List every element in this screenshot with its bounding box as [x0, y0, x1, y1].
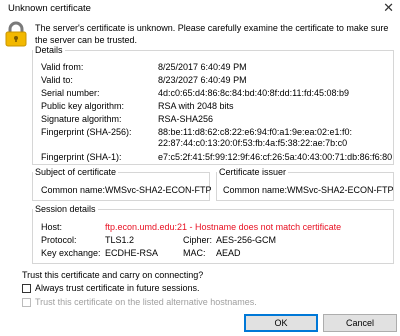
kex-label: Key exchange: — [41, 248, 101, 258]
window-title: Unknown certificate — [8, 3, 91, 14]
always-trust-checkbox[interactable]: Always trust certificate in future sessi… — [22, 283, 200, 293]
detail-value: 8/23/2027 6:40:49 PM — [158, 75, 247, 85]
detail-label: Valid from: — [41, 62, 84, 72]
checkbox-box[interactable] — [22, 297, 31, 307]
mac-value: AEAD — [216, 248, 241, 258]
title-bar: Unknown certificate ✕ — [0, 0, 400, 18]
close-icon[interactable]: ✕ — [383, 1, 394, 15]
subject-label: Common name: — [41, 185, 106, 195]
detail-label: Public key algorithm: — [41, 101, 125, 111]
session-legend: Session details — [35, 204, 96, 214]
protocol-label: Protocol: — [41, 235, 77, 245]
detail-label: Fingerprint (SHA-1): — [41, 152, 122, 162]
detail-label: Valid to: — [41, 75, 73, 85]
trust-question: Trust this certificate and carry on conn… — [22, 270, 204, 280]
detail-value: 8/25/2017 6:40:49 PM — [158, 62, 247, 72]
issuer-label: Common name: — [223, 185, 288, 195]
protocol-value: TLS1.2 — [105, 235, 135, 245]
always-trust-label: Always trust certificate in future sessi… — [35, 283, 200, 293]
detail-label: Signature algorithm: — [41, 114, 122, 124]
detail-label: Serial number: — [41, 88, 100, 98]
subject-group: Subject of certificate — [32, 167, 210, 201]
detail-label: Fingerprint (SHA-256): — [41, 127, 132, 137]
checkbox-box[interactable] — [22, 283, 31, 293]
issuer-group: Certificate issuer — [216, 167, 394, 201]
host-value: ftp.econ.umd.edu:21 - Hostname does not … — [105, 222, 342, 232]
details-legend: Details — [35, 45, 63, 55]
lock-icon — [5, 21, 27, 47]
issuer-legend: Certificate issuer — [219, 167, 287, 177]
cipher-value: AES-256-GCM — [216, 235, 277, 245]
kex-value: ECDHE-RSA — [105, 248, 159, 258]
warning-message: The server's certificate is unknown. Ple… — [35, 23, 389, 45]
subject-legend: Subject of certificate — [35, 167, 117, 177]
detail-value: 4d:c0:65:d4:86:8c:84:bd:40:8f:dd:11:fd:4… — [158, 88, 349, 98]
cipher-label: Cipher: — [183, 235, 213, 245]
subject-value: WMSvc-SHA2-ECON-FTP — [105, 185, 212, 195]
alt-hostnames-label: Trust this certificate on the listed alt… — [35, 297, 257, 307]
host-label: Host: — [41, 222, 63, 232]
detail-value: 88:be:11:d8:62:c8:22:e6:94:f0:a1:9e:ea:0… — [158, 127, 352, 137]
alt-hostnames-checkbox[interactable]: Trust this certificate on the listed alt… — [22, 297, 257, 307]
detail-value: 22:87:44:c0:13:20:0f:53:fb:4a:f5:38:22:a… — [158, 138, 348, 148]
detail-value: RSA with 2048 bits — [158, 101, 234, 111]
detail-value: RSA-SHA256 — [158, 114, 214, 124]
cancel-button[interactable]: Cancel — [323, 314, 397, 332]
issuer-value: WMSvc-SHA2-ECON-FTP — [287, 185, 394, 195]
certificate-dialog: Unknown certificate ✕ The server's certi… — [0, 0, 400, 336]
ok-button[interactable]: OK — [244, 314, 318, 332]
mac-label: MAC: — [183, 248, 206, 258]
detail-value: e7:c5:2f:41:5f:99:12:9f:46:cf:26:5a:40:4… — [158, 152, 393, 162]
